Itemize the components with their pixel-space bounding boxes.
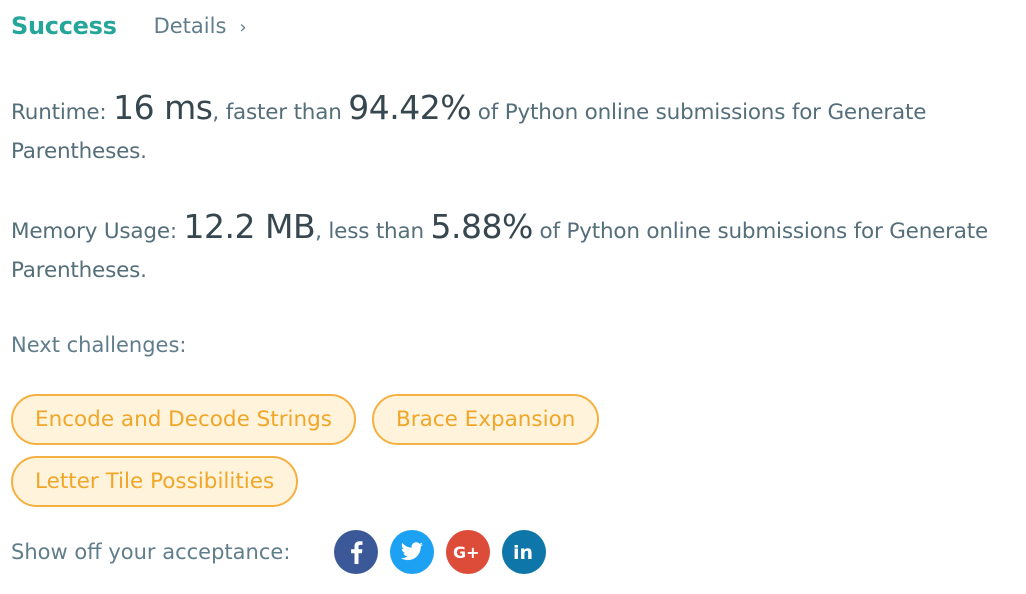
- runtime-stat: Runtime: 16 ms, faster than 94.42% of Py…: [11, 88, 1001, 171]
- runtime-percent: 94.42%: [348, 88, 472, 127]
- runtime-value: 16 ms: [113, 88, 213, 127]
- svg-text:G+: G+: [453, 543, 480, 562]
- runtime-label: Runtime:: [11, 100, 114, 125]
- result-header: Success Details ›: [11, 12, 247, 40]
- next-challenges-list: Encode and Decode Strings Brace Expansion…: [11, 394, 711, 518]
- memory-percent: 5.88%: [430, 207, 534, 246]
- memory-stat: Memory Usage: 12.2 MB, less than 5.88% o…: [11, 207, 1001, 290]
- google-plus-share-button[interactable]: G+: [446, 530, 491, 574]
- next-challenges-label: Next challenges:: [11, 333, 187, 357]
- share-row: Show off your acceptance: G+ in: [11, 530, 558, 574]
- svg-text:in: in: [513, 542, 533, 562]
- details-link[interactable]: Details ›: [154, 14, 247, 38]
- runtime-mid-text: , faster than: [212, 100, 349, 125]
- linkedin-share-button[interactable]: in: [502, 530, 547, 574]
- challenge-tag-brace-expansion[interactable]: Brace Expansion: [372, 394, 600, 445]
- memory-label: Memory Usage:: [11, 219, 184, 244]
- linkedin-icon: in: [513, 542, 533, 562]
- facebook-share-button[interactable]: [334, 530, 379, 574]
- facebook-icon: [351, 541, 363, 564]
- memory-mid-text: , less than: [315, 219, 431, 244]
- twitter-share-button[interactable]: [390, 530, 435, 574]
- challenge-tag-encode-decode-strings[interactable]: Encode and Decode Strings: [11, 394, 357, 445]
- chevron-right-icon: ›: [239, 16, 247, 38]
- details-label: Details: [153, 14, 227, 38]
- social-buttons: G+ in: [334, 530, 558, 574]
- challenge-tag-letter-tile-possibilities[interactable]: Letter Tile Possibilities: [11, 456, 299, 507]
- memory-value: 12.2 MB: [183, 207, 316, 246]
- status-label: Success: [11, 12, 117, 40]
- twitter-icon: [401, 542, 424, 561]
- share-label: Show off your acceptance:: [11, 540, 291, 564]
- google-plus-icon: G+: [453, 543, 480, 562]
